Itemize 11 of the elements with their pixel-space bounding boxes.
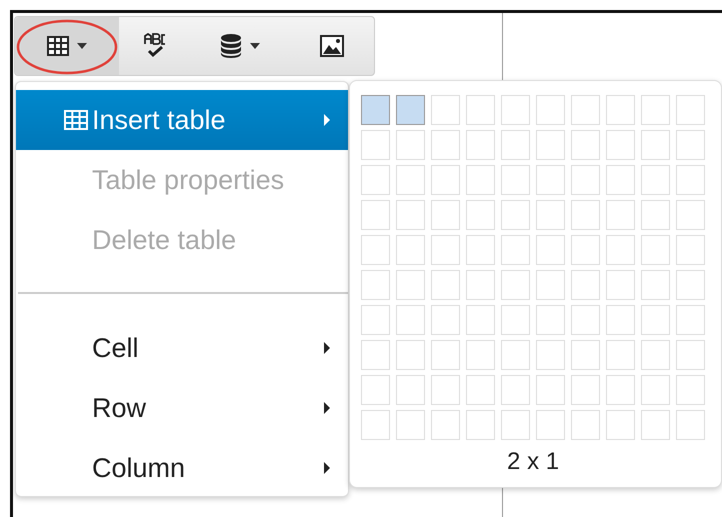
menu-item[interactable]: Column <box>16 438 348 498</box>
grid-cell[interactable] <box>396 95 425 125</box>
database-icon <box>220 33 242 59</box>
image-icon <box>320 35 344 57</box>
menu-item[interactable]: Insert table <box>16 90 348 150</box>
menu-item[interactable]: Cell <box>16 318 348 378</box>
table-icon <box>46 36 69 56</box>
table-size-label: 2 x 1 <box>506 448 560 476</box>
menu-item[interactable]: Row <box>16 378 348 438</box>
grid-cell[interactable] <box>360 95 390 125</box>
spellcheck-icon <box>144 33 166 59</box>
